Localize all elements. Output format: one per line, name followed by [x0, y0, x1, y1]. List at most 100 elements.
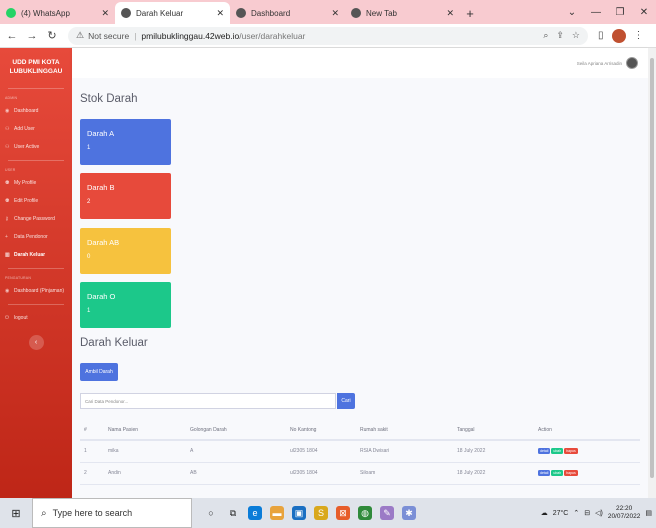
cari-button[interactable]: Cari	[337, 393, 355, 409]
cell-nama: mika	[104, 440, 186, 463]
address-bar: ← → ↻ ⚠ Not secure | pmilubuklinggau.42w…	[0, 24, 656, 48]
weather-temp[interactable]: 27°C	[553, 510, 569, 517]
logout-icon: ⏻	[5, 315, 9, 321]
whatsapp-icon	[6, 8, 16, 18]
divider	[8, 304, 64, 305]
maximize-icon[interactable]: ❐	[608, 0, 632, 24]
stok-title: Stok Darah	[80, 93, 138, 105]
weather-icon[interactable]: ☁	[541, 509, 548, 517]
ambil-darah-button[interactable]: Ambil Darah	[80, 363, 118, 381]
cell-action: detail ubah hapus	[534, 440, 640, 463]
card-label: Darah O	[87, 292, 116, 301]
close-icon[interactable]: ✕	[446, 8, 454, 19]
volume-icon[interactable]: ◁)	[595, 509, 603, 517]
tab-dashboard[interactable]: Dashboard ✕	[230, 2, 345, 24]
app-icon[interactable]: ✱	[402, 506, 416, 520]
card-darah-o: Darah O 1	[80, 282, 171, 328]
brand[interactable]: UDD PMI KOTA LUBUKLINGGAU	[0, 48, 72, 84]
minimize-icon[interactable]: —	[584, 0, 608, 24]
sidebar-toggle-button[interactable]: ‹	[28, 335, 44, 350]
clock[interactable]: 22:20 20/07/2022	[608, 505, 641, 521]
detail-button[interactable]: detail	[538, 448, 551, 455]
zoom-icon[interactable]: ⌕	[543, 30, 548, 41]
close-icon[interactable]: ✕	[331, 8, 339, 19]
cell-nama: Andin	[104, 462, 186, 485]
sidebar-item-change-password[interactable]: ⚷ Change Password	[0, 210, 72, 228]
notification-icon[interactable]: ▤	[645, 509, 652, 517]
store-icon[interactable]: ▣	[292, 506, 306, 520]
sidebar-item-darah-keluar[interactable]: ▥ Darah Keluar	[0, 246, 72, 264]
dashboard-icon: ◉	[5, 288, 10, 294]
xampp-icon[interactable]: ⊠	[336, 506, 350, 520]
hapus-button[interactable]: hapus	[564, 470, 578, 476]
tab-darah-keluar[interactable]: Darah Keluar ✕	[115, 2, 230, 24]
detail-button[interactable]: detail	[538, 470, 551, 476]
sublime-icon[interactable]: S	[314, 506, 328, 520]
chevron-up-icon[interactable]: ⌃	[573, 509, 579, 517]
sidebar-item-dashboard[interactable]: ◉ Dashboard	[0, 102, 72, 120]
hapus-button[interactable]: hapus	[564, 448, 578, 455]
card-label: Darah B	[87, 183, 115, 192]
chevron-left-icon: ‹	[34, 339, 38, 346]
sidepanel-icon[interactable]: ▯	[598, 30, 604, 41]
windows-start-icon[interactable]: ⊞	[6, 507, 26, 520]
tab-new-tab[interactable]: New Tab ✕	[345, 2, 460, 24]
cell-no: 1	[80, 440, 104, 463]
tab-title: Dashboard	[251, 8, 291, 18]
sidebar-item-label: Data Pendonor	[14, 234, 48, 240]
scrollbar-thumb[interactable]	[650, 58, 654, 478]
sidebar-item-user-active[interactable]: ⚇ User Active	[0, 138, 72, 156]
cell-no: 2	[80, 462, 104, 485]
menu-icon[interactable]: ⋮	[634, 30, 644, 41]
search-input[interactable]: Cari Data Pendonor...	[80, 393, 336, 409]
forward-icon[interactable]: →	[24, 30, 40, 42]
task-view-icon[interactable]: ⧉	[226, 506, 240, 520]
sidebar-item-my-profile[interactable]: ⚉ My Profile	[0, 174, 72, 192]
new-tab-button[interactable]: +	[460, 2, 480, 24]
user-avatar[interactable]	[626, 57, 638, 69]
user-name[interactable]: Seila Apriana Arrisadin	[577, 61, 622, 66]
close-icon[interactable]: ✕	[101, 8, 109, 19]
divider	[8, 88, 64, 89]
table-header-row: # Nama Pasien Golongan Darah No Kantong …	[80, 420, 640, 441]
cell-golongan: AB	[186, 462, 286, 485]
topbar: Seila Apriana Arrisadin	[72, 48, 648, 78]
clock-date: 20/07/2022	[607, 513, 641, 520]
sidebar-item-edit-profile[interactable]: ⚉ Edit Profile	[0, 192, 72, 210]
share-icon[interactable]: ⇪	[556, 30, 564, 41]
chrome-icon[interactable]: ◍	[358, 506, 372, 520]
ubah-button[interactable]: ubah	[551, 470, 564, 476]
cortana-icon[interactable]: ○	[204, 506, 218, 520]
card-value: 1	[87, 308, 91, 314]
tab-whatsapp[interactable]: (4) WhatsApp ✕	[0, 2, 115, 24]
taskbar-search-input[interactable]: ⌕ Type here to search	[32, 498, 192, 528]
brand-line2: LUBUKLINGGAU	[9, 68, 63, 75]
file-explorer-icon[interactable]: ▬	[270, 506, 284, 520]
cell-rumah-sakit: Siloam	[356, 462, 453, 485]
close-icon[interactable]: ✕	[216, 8, 224, 19]
star-icon[interactable]: ☆	[572, 30, 580, 41]
ubah-button[interactable]: ubah	[551, 448, 564, 455]
sidebar-item-data-pendonor[interactable]: + Data Pendonor	[0, 228, 72, 246]
sidebar-item-label: User Active	[14, 144, 40, 150]
trash-icon: ▥	[5, 252, 10, 258]
window-controls: ⌄ — ❐ ✕	[560, 0, 656, 24]
chevron-down-icon[interactable]: ⌄	[560, 0, 584, 24]
url-path: /user/darahkeluar	[239, 30, 306, 41]
reload-icon[interactable]: ↻	[44, 29, 60, 42]
sidebar-item-add-user[interactable]: ⚇ Add User	[0, 120, 72, 138]
sidebar-item-dashboard-pinjaman[interactable]: ◉ Dashboard (Pinjaman)	[0, 282, 72, 300]
url-field[interactable]: ⚠ Not secure | pmilubuklinggau.42web.io …	[68, 26, 588, 45]
back-icon[interactable]: ←	[4, 30, 20, 42]
edge-icon[interactable]: e	[248, 506, 262, 520]
profile-avatar[interactable]	[611, 28, 626, 43]
sidebar-item-label: Change Password	[14, 216, 55, 222]
network-icon[interactable]: ⊟	[584, 509, 590, 517]
page-scrollbar[interactable]	[648, 48, 656, 498]
paint-icon[interactable]: ✎	[380, 506, 394, 520]
user-icon: ⚉	[5, 180, 10, 186]
table-row: 2 Andin AB ul2305 1804 Siloam 18 July 20…	[80, 462, 640, 485]
sidebar-item-logout[interactable]: ⏻ logout	[0, 309, 72, 327]
cell-kantong: ul2305 1804	[286, 440, 356, 463]
close-window-icon[interactable]: ✕	[632, 0, 656, 24]
